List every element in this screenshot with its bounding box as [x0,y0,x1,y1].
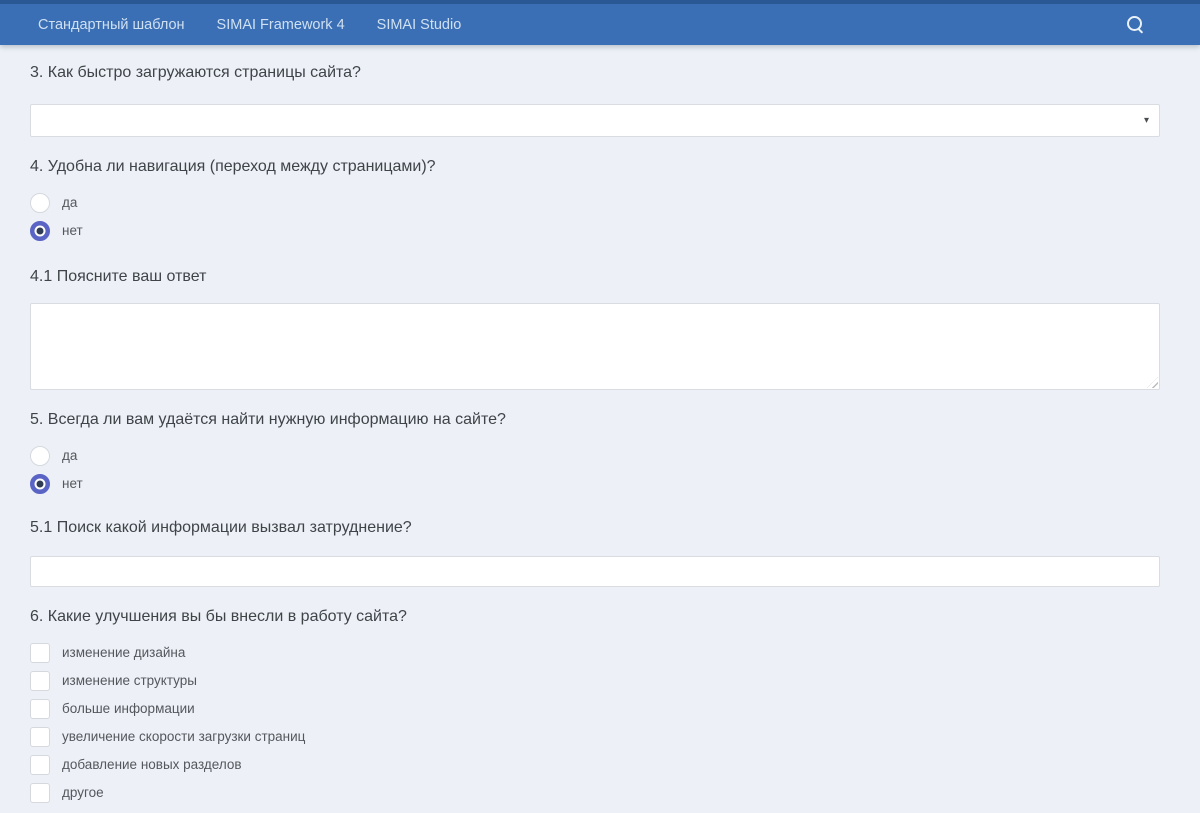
checkbox-unchecked-icon[interactable] [30,727,50,747]
checkbox-option-label: изменение структуры [62,671,197,691]
question-4-1: 4.1 Поясните ваш ответ [30,265,1160,390]
radio-option-yes[interactable]: да [30,446,77,466]
nav-tab-standard-template[interactable]: Стандартный шаблон [22,4,201,45]
checkbox-option-label: изменение дизайна [62,643,185,663]
question-5: 5. Всегда ли вам удаётся найти нужную ин… [30,408,1160,494]
difficult-info-input[interactable] [30,556,1160,587]
nav-tab-simai-framework-4[interactable]: SIMAI Framework 4 [201,4,361,45]
checkbox-option-page-speed[interactable]: увеличение скорости загрузки страниц [30,727,305,747]
checkbox-option-label: другое [62,783,104,803]
search-button[interactable] [1116,5,1156,45]
question-6: 6. Какие улучшения вы бы внесли в работу… [30,605,1160,803]
radio-option-no[interactable]: нет [30,221,83,241]
question-6-label: 6. Какие улучшения вы бы внесли в работу… [30,605,1160,629]
question-6-options: изменение дизайна изменение структуры бо… [30,643,1160,803]
question-5-options: да нет [30,446,1160,494]
nav-tab-simai-studio[interactable]: SIMAI Studio [361,4,478,45]
page-speed-select[interactable]: ▾ [30,104,1160,137]
question-3: 3. Как быстро загружаются страницы сайта… [30,61,1160,137]
checkbox-option-structure[interactable]: изменение структуры [30,671,197,691]
question-5-label: 5. Всегда ли вам удаётся найти нужную ин… [30,408,1160,432]
radio-option-label: да [62,193,77,213]
radio-option-label: нет [62,474,83,494]
radio-unchecked-icon[interactable] [30,193,50,213]
radio-option-yes[interactable]: да [30,193,77,213]
question-5-1: 5.1 Поиск какой информации вызвал затруд… [30,516,1160,587]
radio-option-label: да [62,446,77,466]
radio-option-no[interactable]: нет [30,474,83,494]
search-icon [1127,16,1145,34]
explain-answer-textarea[interactable] [30,303,1160,390]
explain-answer-field-wrap [30,303,1160,390]
top-nav: Стандартный шаблон SIMAI Framework 4 SIM… [0,0,1200,45]
question-4-options: да нет [30,193,1160,241]
checkbox-option-other[interactable]: другое [30,783,104,803]
checkbox-unchecked-icon[interactable] [30,783,50,803]
question-4: 4. Удобна ли навигация (переход между ст… [30,155,1160,241]
radio-checked-icon[interactable] [30,221,50,241]
checkbox-unchecked-icon[interactable] [30,643,50,663]
checkbox-unchecked-icon[interactable] [30,755,50,775]
checkbox-option-label: увеличение скорости загрузки страниц [62,727,305,747]
checkbox-option-new-sections[interactable]: добавление новых разделов [30,755,242,775]
checkbox-option-more-info[interactable]: больше информации [30,699,195,719]
dropdown-arrow-icon: ▾ [1144,116,1149,126]
question-4-1-label: 4.1 Поясните ваш ответ [30,265,1160,289]
question-4-label: 4. Удобна ли навигация (переход между ст… [30,155,1160,179]
checkbox-option-label: больше информации [62,699,195,719]
checkbox-unchecked-icon[interactable] [30,671,50,691]
nav-tabs: Стандартный шаблон SIMAI Framework 4 SIM… [22,4,477,45]
radio-unchecked-icon[interactable] [30,446,50,466]
radio-option-label: нет [62,221,83,241]
radio-checked-icon[interactable] [30,474,50,494]
checkbox-unchecked-icon[interactable] [30,699,50,719]
checkbox-option-label: добавление новых разделов [62,755,242,775]
checkbox-option-design[interactable]: изменение дизайна [30,643,185,663]
question-3-label: 3. Как быстро загружаются страницы сайта… [30,61,1160,85]
question-5-1-label: 5.1 Поиск какой информации вызвал затруд… [30,516,1160,540]
survey-form: 3. Как быстро загружаются страницы сайта… [0,45,1200,803]
